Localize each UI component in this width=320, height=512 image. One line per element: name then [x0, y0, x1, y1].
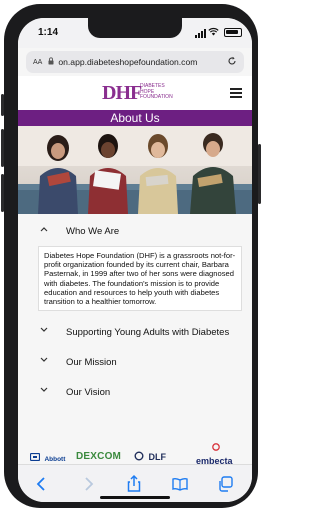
accordion-label: Our Mission [66, 357, 117, 369]
hero-image [18, 126, 252, 214]
dlf-logo[interactable]: DLF [134, 447, 166, 465]
share-icon[interactable] [124, 474, 144, 494]
accordion-who-we-are[interactable]: Who We Are [18, 218, 252, 244]
chevron-down-icon [40, 326, 48, 335]
url-text[interactable]: on.app.diabeteshopefoundation.com [58, 57, 227, 67]
battery-icon [224, 28, 242, 37]
lock-icon [48, 57, 54, 67]
students-reading-photo [18, 126, 252, 214]
signal-icon [195, 29, 206, 38]
site-header: DHF DIABETES HOPE FOUNDATION [18, 76, 252, 110]
logo-letters: DHF [102, 82, 142, 104]
screen: 1:14 AA on.app.diabeteshopefoundation.co… [18, 18, 252, 502]
bookmarks-icon[interactable] [170, 474, 190, 494]
forward-icon[interactable] [78, 474, 98, 494]
menu-icon[interactable] [230, 88, 242, 98]
accordion-supporting-young-adults[interactable]: Supporting Young Adults with Diabetes [18, 319, 252, 346]
about-accordion: Who We Are Diabetes Hope Foundation (DHF… [18, 218, 252, 406]
chevron-down-icon [40, 386, 48, 395]
volume-up-button [1, 129, 4, 167]
power-button [258, 144, 261, 204]
home-indicator[interactable] [100, 496, 170, 499]
reload-icon[interactable] [227, 56, 237, 69]
chevron-up-icon [40, 225, 48, 234]
chevron-down-icon [40, 356, 48, 365]
status-time: 1:14 [38, 27, 59, 38]
phone-frame: 1:14 AA on.app.diabeteshopefoundation.co… [1, 4, 261, 508]
page-title: About Us [18, 110, 252, 126]
status-bar: 1:14 [18, 18, 252, 48]
accordion-our-mission[interactable]: Our Mission [18, 349, 252, 376]
tabs-icon[interactable] [216, 474, 236, 494]
logo-subtitle: DIABETES HOPE FOUNDATION [140, 83, 173, 100]
accordion-label: Who We Are [66, 226, 120, 237]
who-we-are-text: Diabetes Hope Foundation (DHF) is a gras… [38, 246, 242, 312]
accordion-label: Supporting Young Adults with Diabetes [66, 327, 230, 339]
dexcom-logo[interactable]: DEXCOM [76, 446, 121, 464]
volume-down-button [1, 174, 4, 212]
reader-options-button[interactable]: AA [33, 59, 42, 66]
accordion-our-vision[interactable]: Our Vision [18, 379, 252, 406]
notch [88, 18, 182, 38]
back-icon[interactable] [32, 474, 52, 494]
dhf-logo[interactable]: DHF DIABETES HOPE FOUNDATION [102, 78, 173, 108]
accordion-label: Our Vision [66, 387, 111, 399]
address-bar[interactable]: AA on.app.diabeteshopefoundation.com [26, 51, 244, 73]
partner-logos: Abbott DEXCOM DLF embecta [18, 442, 252, 466]
wifi-icon [208, 27, 219, 38]
silent-switch [1, 94, 4, 116]
